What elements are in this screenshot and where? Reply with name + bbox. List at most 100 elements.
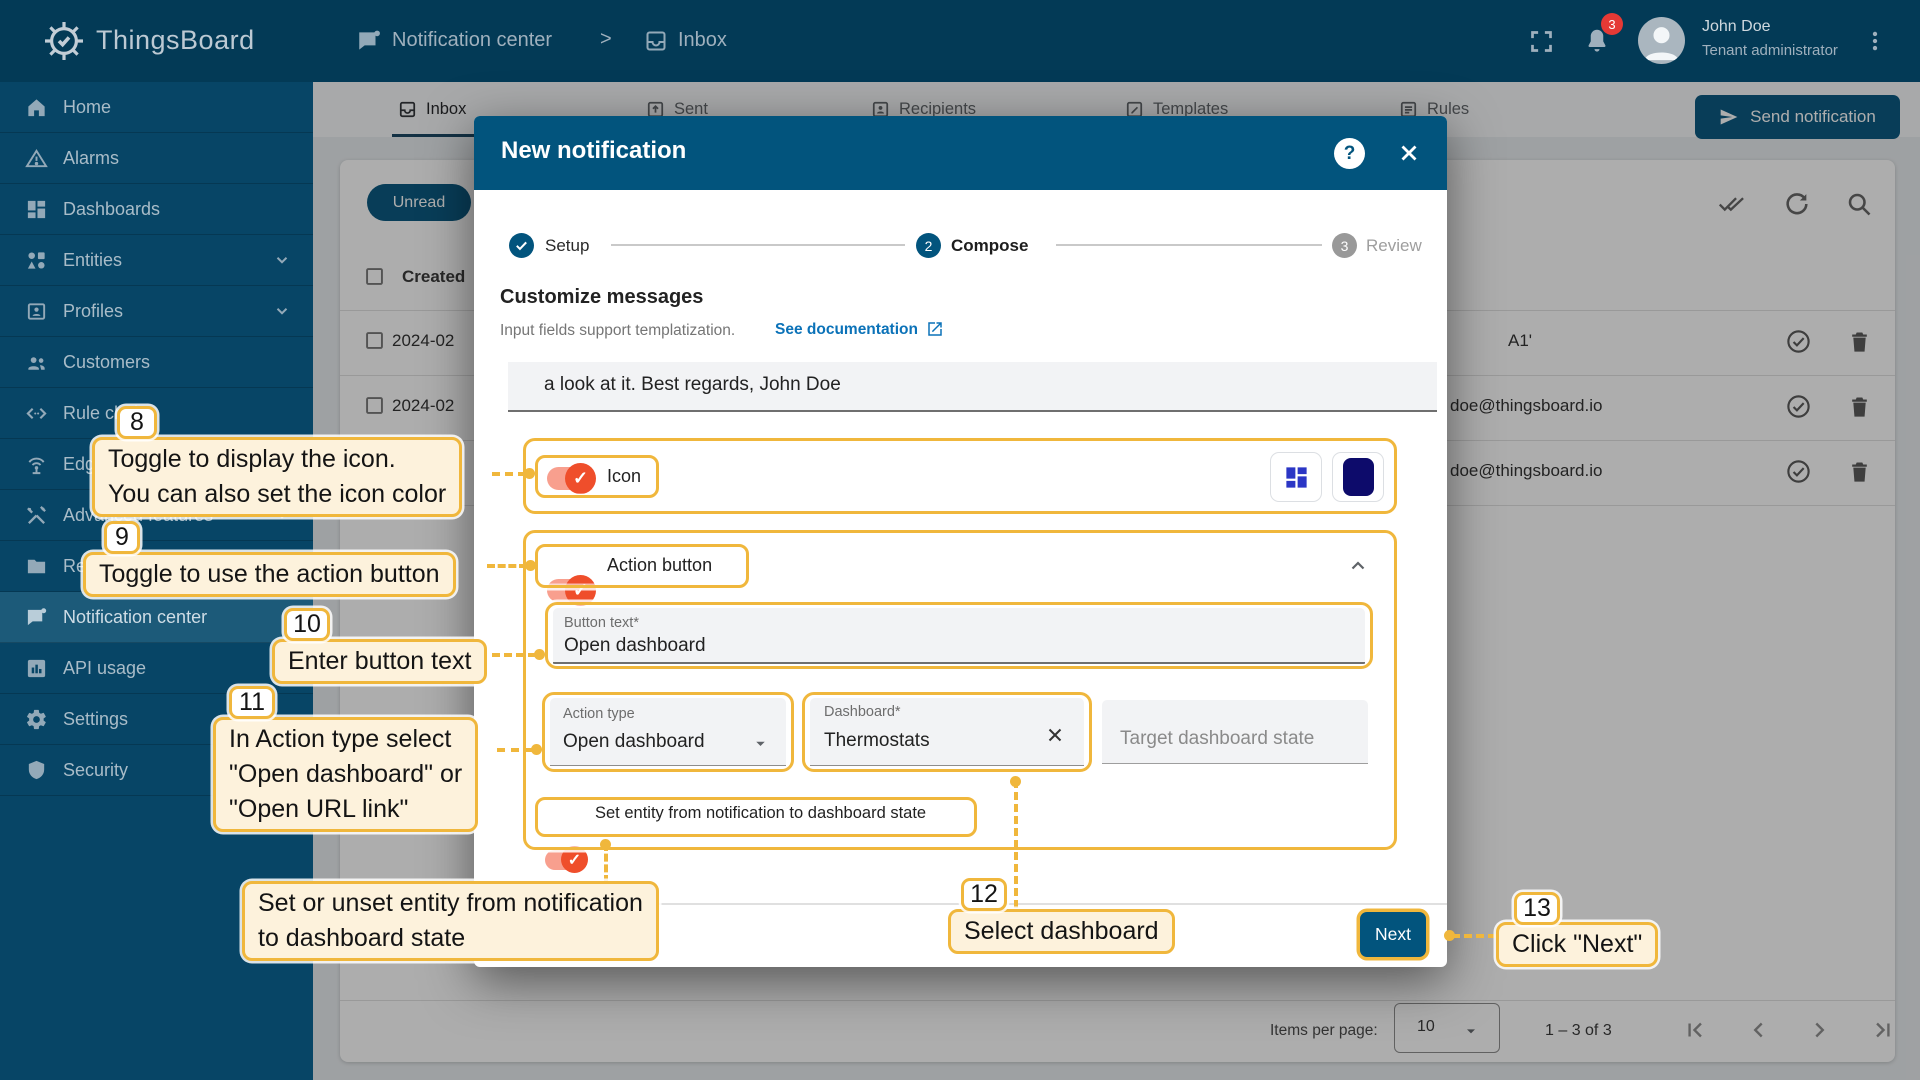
- clear-icon[interactable]: [1044, 724, 1066, 746]
- message-textarea[interactable]: a look at it. Best regards, John Doe: [508, 362, 1437, 412]
- callout-13: Click "Next": [1496, 922, 1658, 967]
- set-entity-note-callout: Set or unset entity from notification to…: [242, 881, 659, 961]
- connector-dot: [531, 744, 542, 755]
- connector-dot: [524, 468, 535, 479]
- stepper-line: [611, 244, 905, 246]
- profiles-icon: [25, 300, 48, 323]
- callout-9-connector: [487, 564, 527, 568]
- breadcrumb-section[interactable]: Notification center: [392, 29, 552, 52]
- set-entity-toggle-label: Set entity from notification to dashboar…: [595, 804, 926, 823]
- edge-icon: [25, 453, 48, 476]
- callout-11-connector: [497, 748, 533, 752]
- fullscreen-icon[interactable]: [1528, 28, 1555, 55]
- thingsboard-logo-icon: [40, 17, 88, 65]
- step3-label[interactable]: Review: [1366, 236, 1422, 256]
- icon-toggle-label: Icon: [607, 466, 641, 487]
- connector-dot: [525, 560, 536, 571]
- entities-icon: [25, 249, 48, 272]
- callout-8: Toggle to display the icon. You can also…: [92, 437, 462, 517]
- callout-12: Select dashboard: [948, 909, 1175, 954]
- gear-icon: [25, 708, 48, 731]
- notifications-count-badge: 3: [1601, 13, 1623, 35]
- close-icon[interactable]: [1396, 140, 1422, 166]
- icon-color-button[interactable]: [1332, 452, 1384, 502]
- folder-icon: [25, 555, 48, 578]
- step1-done-icon: [509, 233, 534, 258]
- action-button-toggle[interactable]: ✓: [547, 579, 593, 602]
- toggle-check-icon: ✓: [565, 575, 596, 606]
- rule-chains-icon: [25, 402, 48, 425]
- user-role: Tenant administrator: [1702, 42, 1838, 59]
- dashboards-icon: [25, 198, 48, 221]
- target-dashboard-state-field[interactable]: Target dashboard state: [1102, 700, 1368, 764]
- breadcrumb-page[interactable]: Inbox: [678, 29, 727, 52]
- connector-dot: [600, 839, 611, 850]
- callout-10-number: 10: [284, 608, 330, 641]
- callout-12-number: 12: [961, 878, 1007, 911]
- callout-13-number: 13: [1514, 892, 1560, 925]
- callout-8-connector: [492, 472, 526, 476]
- callout-12-connector: [1014, 780, 1018, 908]
- app-title: ThingsBoard: [96, 25, 255, 56]
- notification-center-icon: [25, 606, 48, 629]
- step3-number: 3: [1332, 233, 1357, 258]
- connector-dot: [534, 649, 545, 660]
- message-text: a look at it. Best regards, John Doe: [544, 374, 841, 396]
- alarm-icon: [25, 147, 48, 170]
- dashboard-glyph-icon: [1283, 464, 1310, 491]
- sidebar-item-entities[interactable]: Entities: [0, 235, 313, 286]
- api-usage-icon: [25, 657, 48, 680]
- callout-8-number: 8: [117, 406, 157, 439]
- callout-11-number: 11: [229, 686, 275, 719]
- action-button-toggle-label: Action button: [607, 555, 712, 576]
- breadcrumb-separator: >: [600, 28, 612, 51]
- callout-11: In Action type select "Open dashboard" o…: [213, 717, 478, 832]
- notification-center-breadcrumb-icon: [356, 28, 382, 54]
- action-type-select[interactable]: Action type Open dashboard: [550, 698, 786, 766]
- sidebar-item-notification-center[interactable]: Notification center: [0, 592, 313, 643]
- icon-picker-button[interactable]: [1270, 452, 1322, 502]
- external-link-icon[interactable]: [926, 320, 944, 338]
- select-arrow-icon: [752, 735, 769, 752]
- callout-13-connector: [1452, 934, 1496, 938]
- callout-9-number: 9: [104, 521, 140, 554]
- sidebar-item-customers[interactable]: Customers: [0, 337, 313, 388]
- modal-header: New notification ?: [474, 116, 1447, 190]
- chevron-up-icon[interactable]: [1346, 554, 1370, 578]
- next-button[interactable]: Next: [1360, 912, 1426, 957]
- compose-subtitle: Input fields support templatization.: [500, 322, 735, 340]
- sidebar-item-home[interactable]: Home: [0, 82, 313, 133]
- step1-label[interactable]: Setup: [545, 236, 589, 256]
- shield-icon: [25, 759, 48, 782]
- callout-10: Enter button text: [272, 639, 487, 684]
- inbox-breadcrumb-icon: [644, 29, 668, 53]
- dashboard-field[interactable]: Dashboard* Thermostats: [810, 698, 1084, 766]
- tools-icon: [25, 504, 48, 527]
- stepper-line: [1056, 244, 1322, 246]
- callout-9: Toggle to use the action button: [83, 552, 456, 597]
- user-name: John Doe: [1702, 18, 1771, 36]
- field-placeholder: Target dashboard state: [1120, 728, 1314, 750]
- help-icon[interactable]: ?: [1334, 138, 1365, 169]
- callout-10-connector: [492, 653, 536, 657]
- set-entity-toggle[interactable]: ✓: [545, 850, 585, 870]
- modal-title: New notification: [501, 137, 686, 165]
- chevron-down-icon: [273, 251, 291, 269]
- sidebar-item-alarms[interactable]: Alarms: [0, 133, 313, 184]
- see-documentation-link[interactable]: See documentation: [775, 321, 918, 339]
- icon-toggle[interactable]: ✓: [547, 467, 593, 490]
- compose-heading: Customize messages: [500, 286, 703, 309]
- step2-label[interactable]: Compose: [951, 236, 1028, 256]
- kebab-menu-icon[interactable]: [1862, 26, 1888, 56]
- user-avatar[interactable]: [1638, 17, 1685, 64]
- toggle-check-icon: ✓: [561, 846, 588, 873]
- chevron-down-icon: [273, 302, 291, 320]
- connector-dot: [1444, 930, 1455, 941]
- button-text-field[interactable]: Button text* Open dashboard: [553, 608, 1365, 664]
- sidebar-item-profiles[interactable]: Profiles: [0, 286, 313, 337]
- customers-icon: [25, 351, 48, 374]
- sidebar-item-dashboards[interactable]: Dashboards: [0, 184, 313, 235]
- home-icon: [25, 96, 48, 119]
- color-swatch: [1343, 458, 1374, 496]
- new-notification-modal: New notification ? Setup 2 Compose 3 Rev…: [474, 116, 1447, 967]
